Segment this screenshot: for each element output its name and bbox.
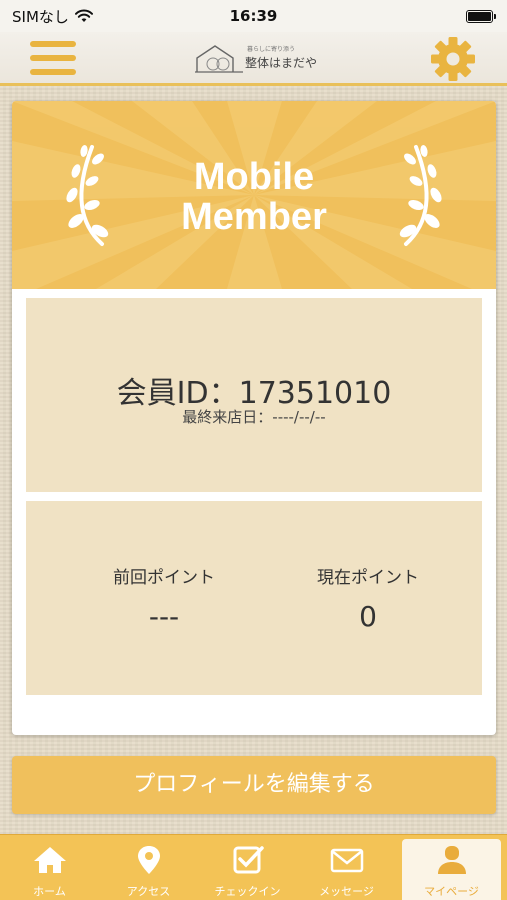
previous-points: 前回ポイント --- bbox=[50, 563, 278, 633]
edit-profile-button[interactable]: プロフィールを編集する bbox=[12, 756, 496, 814]
member-info-panel: 会員ID：17351010 最終来店日：----/--/-- bbox=[26, 298, 482, 492]
carrier-label: SIMなし bbox=[12, 7, 69, 26]
bottom-tab-bar: ホーム アクセス チェックイン メッセージ マイページ bbox=[0, 834, 507, 900]
current-points-value: 0 bbox=[359, 600, 377, 633]
current-points-label: 現在ポイント bbox=[317, 568, 419, 588]
tab-mypage-label: マイページ bbox=[424, 885, 479, 898]
map-pin-icon bbox=[137, 846, 160, 874]
banner-title-line1: Mobile bbox=[193, 156, 315, 198]
tab-home[interactable]: ホーム bbox=[0, 835, 99, 900]
person-icon bbox=[437, 846, 466, 874]
member-card: Mobile Member 会員ID：17351010 最終来店日：----/-… bbox=[12, 101, 496, 735]
tab-checkin-label: チェックイン bbox=[214, 885, 281, 898]
previous-points-value: --- bbox=[148, 600, 180, 633]
tab-message[interactable]: メッセージ bbox=[297, 835, 396, 900]
tab-access[interactable]: アクセス bbox=[99, 835, 198, 900]
menu-bar-middle bbox=[30, 55, 76, 61]
app-header: 暮らしに寄り添う 整体はまだや bbox=[0, 32, 507, 86]
wifi-icon bbox=[74, 9, 93, 22]
gear-icon[interactable] bbox=[430, 36, 476, 82]
tab-message-label: メッセージ bbox=[319, 885, 374, 898]
home-icon bbox=[33, 847, 66, 873]
previous-points-label: 前回ポイント bbox=[113, 568, 215, 588]
member-banner: Mobile Member bbox=[12, 101, 496, 289]
last-visit-date: 最終来店日：----/--/-- bbox=[182, 408, 326, 426]
status-bar: SIMなし 16:39 bbox=[0, 0, 507, 32]
checkbox-icon bbox=[233, 846, 264, 874]
logo: 暮らしに寄り添う 整体はまだや bbox=[193, 40, 323, 78]
banner-title-line2: Member bbox=[181, 196, 327, 238]
tab-home-label: ホーム bbox=[33, 885, 66, 898]
logo-name: 整体はまだや bbox=[245, 56, 318, 70]
status-left: SIMなし bbox=[12, 6, 93, 27]
battery-icon bbox=[466, 9, 496, 23]
envelope-icon bbox=[330, 848, 363, 873]
battery-level bbox=[468, 11, 491, 21]
menu-bar-bottom bbox=[30, 69, 76, 75]
house-logo-icon bbox=[195, 45, 243, 73]
points-panel: 前回ポイント --- 現在ポイント 0 bbox=[26, 501, 482, 695]
current-points: 現在ポイント 0 bbox=[254, 563, 482, 633]
tab-checkin[interactable]: チェックイン bbox=[198, 835, 297, 900]
hamburger-menu-icon[interactable] bbox=[30, 38, 76, 78]
logo-tagline: 暮らしに寄り添う bbox=[247, 46, 296, 53]
tab-mypage[interactable]: マイページ bbox=[402, 839, 501, 900]
menu-bar-top bbox=[30, 41, 76, 47]
tab-access-label: アクセス bbox=[126, 885, 171, 898]
